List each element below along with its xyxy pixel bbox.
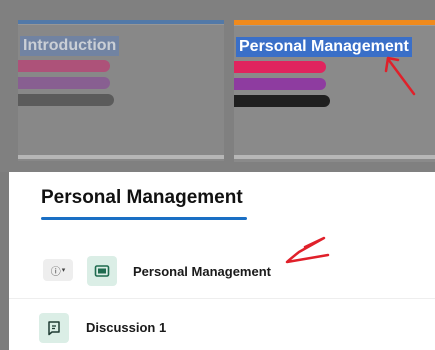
card-bar-3	[234, 95, 330, 107]
chevron-down-icon: ▾	[61, 267, 66, 274]
info-dropdown-button[interactable]: ⓘ ▾	[43, 259, 73, 281]
overlay-edge	[0, 172, 9, 350]
module-item-label[interactable]: Personal Management	[133, 264, 271, 279]
card-bar-1	[18, 60, 110, 72]
module-panel: Personal Management ⓘ ▾ Personal Managem…	[9, 172, 435, 350]
card-bar-2	[18, 77, 110, 89]
card-title-introduction: Introduction	[20, 36, 120, 56]
card-bar-2	[234, 78, 326, 90]
card-bar-1	[234, 61, 326, 73]
card-introduction[interactable]: Introduction	[18, 20, 224, 161]
module-icon	[87, 256, 117, 286]
card-bar-3	[18, 94, 114, 106]
discussion-item-label[interactable]: Discussion 1	[86, 320, 166, 335]
title-underline	[41, 217, 247, 220]
panel-title: Personal Management	[41, 187, 243, 208]
card-title-personal-management: Personal Management	[236, 37, 412, 57]
card-personal-management[interactable]: Personal Management	[234, 20, 435, 162]
discussion-icon	[39, 313, 69, 343]
card-shadow	[18, 155, 224, 159]
row-divider	[9, 298, 435, 299]
card-shadow	[234, 155, 435, 159]
info-icon: ⓘ	[50, 266, 61, 278]
